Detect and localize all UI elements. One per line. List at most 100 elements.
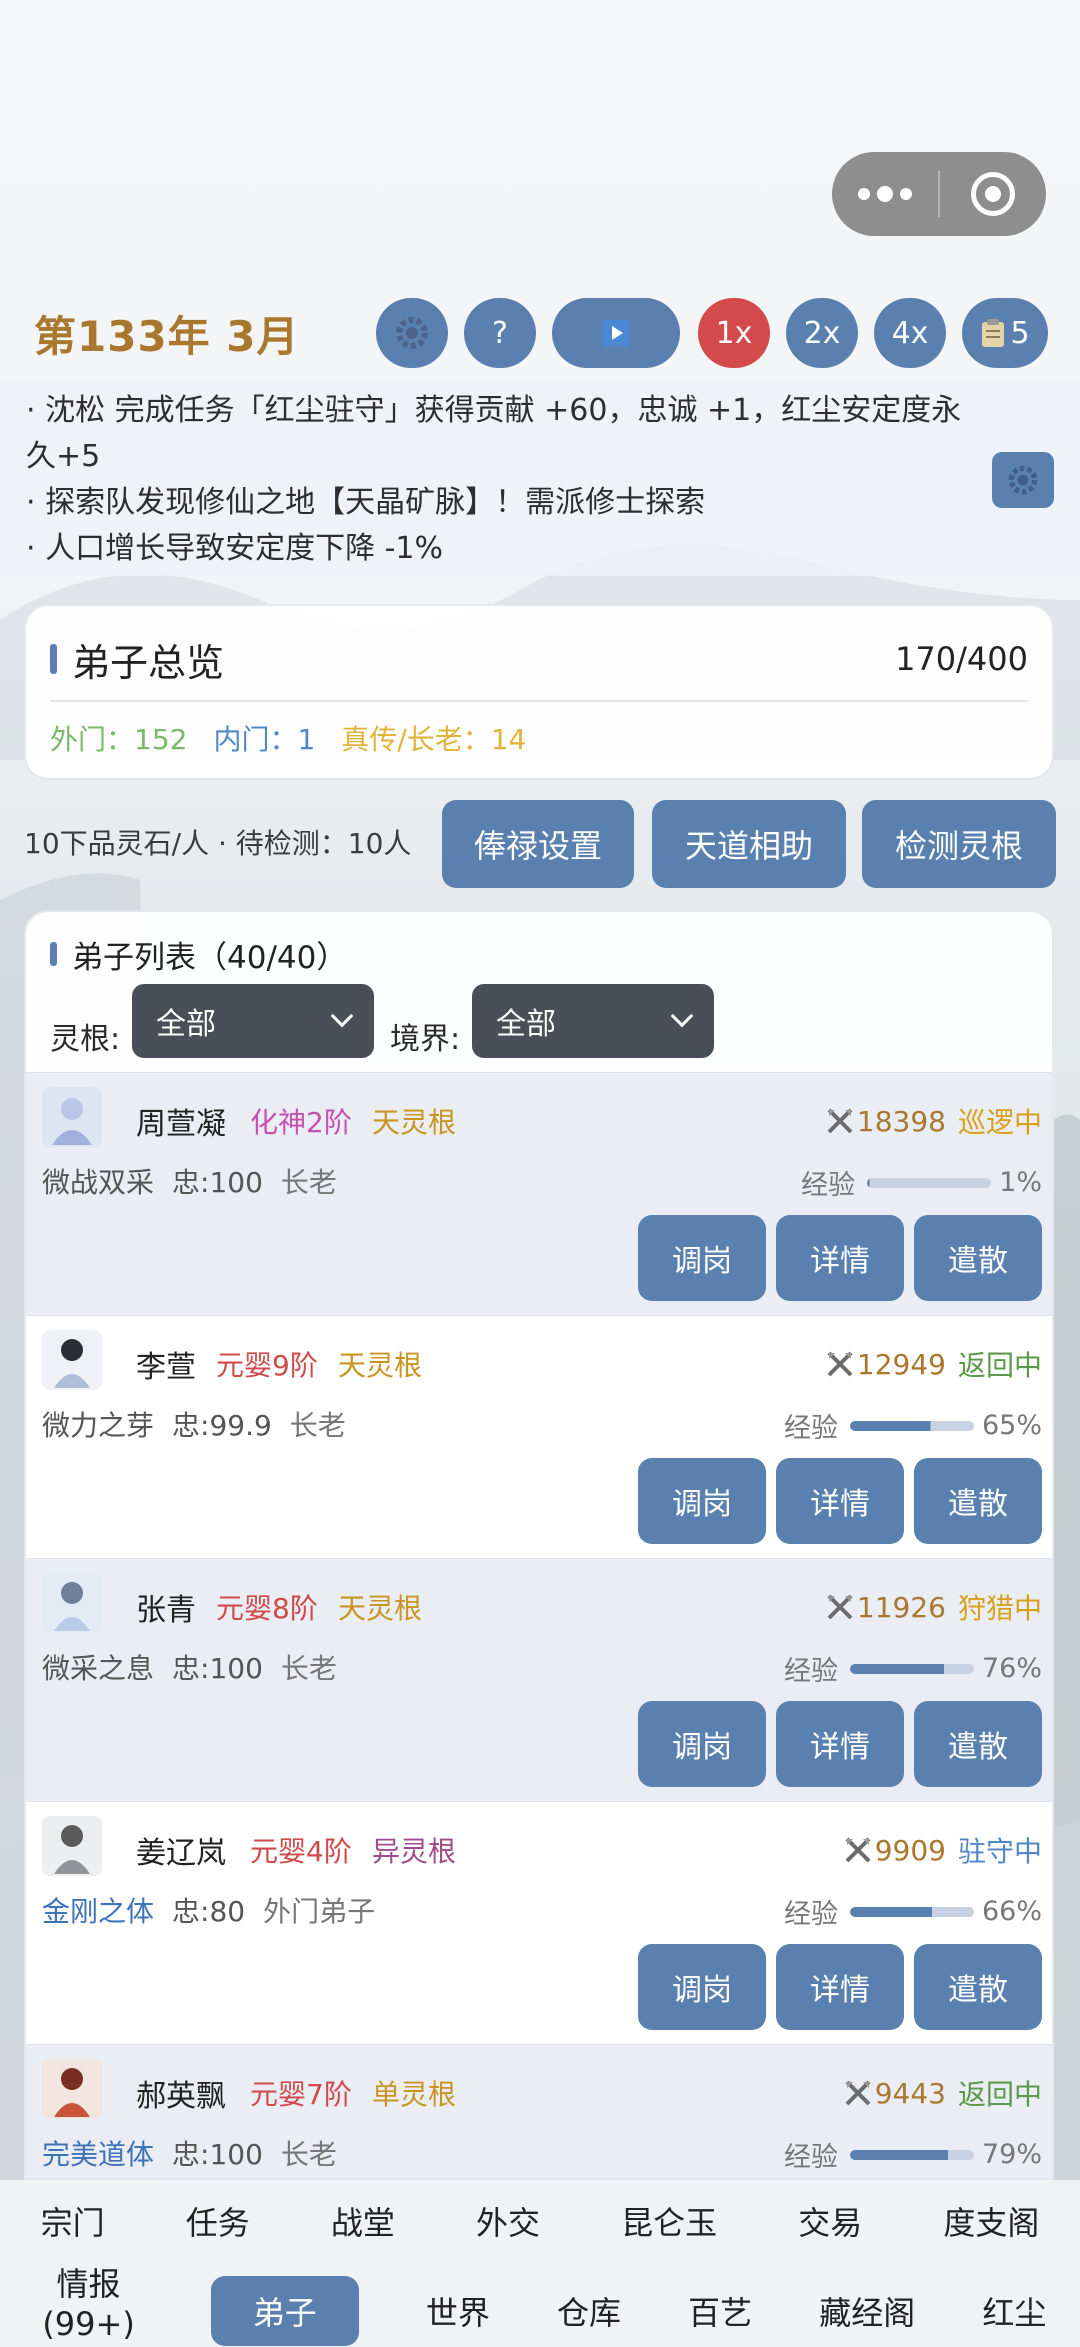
news-item: · 沈松 完成任务「红尘驻守」获得贡献 +60，忠诚 +1，红尘安定度永久+5: [26, 393, 962, 474]
target-circle-icon: [971, 172, 1015, 216]
close-button[interactable]: [940, 152, 1046, 236]
news-settings-button[interactable]: [992, 452, 1054, 508]
more-button[interactable]: [832, 152, 938, 236]
disciple-name: 姜辽岚: [136, 1836, 226, 1871]
crossed-swords-icon: [827, 1108, 853, 1134]
nav-kunlun-jade[interactable]: 昆仑玉: [621, 2198, 717, 2244]
dismiss-button[interactable]: 遣散: [914, 1701, 1042, 1787]
disciple-status: 巡逻中: [957, 1106, 1042, 1139]
exp-percent: 65%: [981, 1410, 1042, 1441]
root-filter-select[interactable]: 全部: [132, 984, 374, 1058]
nav-warehouse[interactable]: 仓库: [557, 2276, 621, 2346]
salary-info: 10下品灵石/人 · 待检测：10人: [24, 827, 412, 860]
gear-icon: [1008, 465, 1038, 495]
help-button[interactable]: ?: [464, 298, 536, 368]
rank: 长老: [280, 1652, 337, 1685]
transfer-button[interactable]: 调岗: [638, 1701, 766, 1787]
loyalty: 忠:80: [172, 1895, 246, 1928]
more-dots-icon: [858, 186, 912, 202]
combat-power: 9909: [874, 1833, 946, 1867]
nav-diplomacy[interactable]: 外交: [476, 2198, 540, 2244]
detail-button[interactable]: 详情: [776, 1701, 904, 1787]
realm-filter-select[interactable]: 全部: [472, 984, 714, 1058]
disciple-trait: 微战双采: [42, 1166, 155, 1199]
nav-trade[interactable]: 交易: [798, 2198, 862, 2244]
exp-percent: 66%: [981, 1896, 1042, 1927]
speed-4x-button[interactable]: 4x: [874, 298, 946, 368]
exp-label: 经验: [783, 1899, 838, 1930]
bottom-navigation: 宗门 任务 战堂 外交 昆仑玉 交易 度支阁 情报(99+) 弟子 世界 仓库 …: [0, 2180, 1080, 2347]
avatar: [42, 1816, 102, 1876]
speed-1x-button[interactable]: 1x: [698, 298, 770, 368]
nav-disciples[interactable]: 弟子: [210, 2276, 359, 2346]
disciple-row[interactable]: 李萱 元婴9阶 天灵根 微力之芽 忠:99.9 长老 12949 返回中 经验 6…: [26, 1315, 1052, 1558]
exp-progress-bar: [849, 1906, 974, 1917]
transfer-button[interactable]: 调岗: [638, 1458, 766, 1544]
avatar: [42, 1573, 102, 1633]
root-filter-value: 全部: [156, 1007, 216, 1042]
transfer-button[interactable]: 调岗: [638, 1215, 766, 1301]
dismiss-button[interactable]: 遣散: [914, 1944, 1042, 2030]
disciple-status: 返回中: [957, 2078, 1042, 2111]
crossed-swords-icon: [827, 1594, 853, 1620]
play-icon: [603, 320, 629, 346]
play-button[interactable]: [552, 298, 680, 368]
disciple-row[interactable]: 郝英飘 元婴7阶 单灵根 完美道体 忠:100 长老 9443 返回中 经验 79…: [26, 2044, 1052, 2178]
detect-root-button[interactable]: 检测灵根: [862, 800, 1056, 888]
detail-button[interactable]: 详情: [776, 1458, 904, 1544]
rank: 长老: [280, 1166, 337, 1199]
nav-world[interactable]: 世界: [426, 2276, 490, 2346]
disciple-overview-card: 弟子总览 170/400 外门：152 内门：1 真传/长老：14: [24, 604, 1054, 780]
avatar: [42, 2059, 102, 2119]
nav-sect[interactable]: 宗门: [41, 2198, 105, 2244]
loyalty: 忠:99.9: [172, 1409, 272, 1442]
exp-percent: 1%: [999, 1167, 1042, 1198]
log-button[interactable]: 5: [962, 298, 1048, 368]
disciple-row[interactable]: 姜辽岚 元婴4阶 异灵根 金刚之体 忠:80 外门弟子 9909 驻守中 经验 6…: [26, 1801, 1052, 2044]
crossed-swords-icon: [845, 2080, 871, 2106]
loyalty: 忠:100: [172, 1652, 263, 1685]
detail-button[interactable]: 详情: [776, 1944, 904, 2030]
disciple-status: 驻守中: [957, 1835, 1042, 1868]
exp-progress-bar: [849, 1420, 974, 1431]
disciple-realm: 元婴4阶: [250, 1835, 352, 1868]
nav-mortal-world[interactable]: 红尘: [982, 2276, 1046, 2346]
transfer-button[interactable]: 调岗: [638, 1944, 766, 2030]
news-item: · 探索队发现修仙之地【天晶矿脉】！需派修士探索: [26, 485, 706, 520]
event-news-feed: · 沈松 完成任务「红尘驻守」获得贡献 +60，忠诚 +1，红尘安定度永久+5 …: [0, 378, 1080, 576]
exp-progress-bar: [867, 1177, 992, 1188]
disciple-trait: 微力之芽: [42, 1409, 155, 1442]
clipboard-icon: [982, 319, 1005, 347]
nav-treasury[interactable]: 度支阁: [943, 2198, 1039, 2244]
avatar: [42, 1087, 102, 1147]
exp-percent: 79%: [981, 2139, 1042, 2170]
combat-power: 11926: [856, 1590, 946, 1624]
crossed-swords-icon: [827, 1351, 853, 1377]
nav-library[interactable]: 藏经阁: [819, 2276, 915, 2346]
loyalty: 忠:100: [172, 2138, 263, 2171]
loyalty: 忠:100: [172, 1166, 263, 1199]
root-filter-label: 灵根:: [50, 1022, 121, 1057]
disciple-name: 郝英飘: [136, 2079, 226, 2114]
dismiss-button[interactable]: 遣散: [914, 1215, 1042, 1301]
nav-crafts[interactable]: 百艺: [688, 2276, 752, 2346]
disciple-row[interactable]: 周萱凝 化神2阶 天灵根 微战双采 忠:100 长老 18398 巡逻中 经验 1…: [26, 1072, 1052, 1315]
exp-progress-bar: [849, 1663, 974, 1674]
speed-2x-button[interactable]: 2x: [786, 298, 858, 368]
realm-filter-value: 全部: [496, 1007, 556, 1042]
detail-button[interactable]: 详情: [776, 1215, 904, 1301]
salary-settings-button[interactable]: 俸禄设置: [442, 800, 634, 888]
game-date: 第133年 3月: [34, 312, 300, 361]
settings-button[interactable]: [376, 298, 448, 368]
combat-power: 18398: [856, 1104, 946, 1138]
heaven-help-button[interactable]: 天道相助: [652, 800, 846, 888]
nav-intel[interactable]: 情报(99+): [34, 2262, 144, 2346]
realm-filter-label: 境界:: [390, 1022, 461, 1057]
spirit-root: 单灵根: [372, 2078, 457, 2111]
combat-power: 9443: [874, 2076, 946, 2110]
nav-battle-hall[interactable]: 战堂: [331, 2198, 395, 2244]
gear-icon: [396, 317, 428, 349]
dismiss-button[interactable]: 遣散: [914, 1458, 1042, 1544]
nav-task[interactable]: 任务: [186, 2198, 250, 2244]
disciple-row[interactable]: 张青 元婴8阶 天灵根 微采之息 忠:100 长老 11926 狩猎中 经验 76…: [26, 1558, 1052, 1801]
